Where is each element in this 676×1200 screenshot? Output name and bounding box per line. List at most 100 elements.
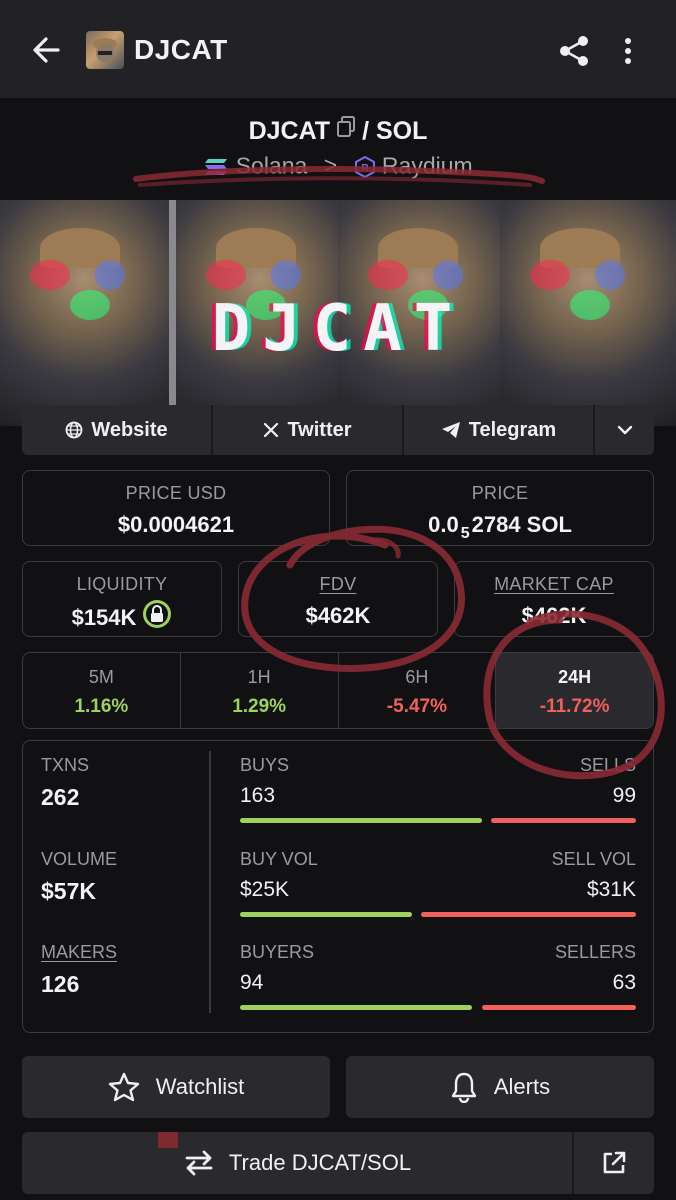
base-token-symbol: DJCAT: [248, 117, 331, 146]
volume-ratio-bar: [240, 912, 636, 917]
tab-6h-label: 6H: [405, 667, 429, 687]
price-native-label: PRICE: [471, 483, 529, 503]
watchlist-label: Watchlist: [155, 1074, 245, 1099]
sell-vol-label: SELL VOL: [551, 849, 636, 869]
globe-icon: [65, 421, 83, 439]
quote-token-symbol: SOL: [375, 117, 428, 146]
price-native-value: 0.0 52784 SOL: [428, 512, 572, 542]
sells-label: SELLS: [579, 755, 636, 775]
fdv-value: $462K: [305, 603, 371, 628]
x-twitter-icon: [264, 422, 279, 438]
price-native-card: PRICE 0.0 52784 SOL: [346, 470, 654, 546]
buy-vol-value: $25K: [240, 878, 290, 901]
buys-sells-ratio-bar: [240, 818, 636, 823]
transaction-stats-panel: TXNS 262 VOLUME $57K MAKERS 126 BUYS SELL…: [22, 740, 654, 1033]
txns-stat: TXNS 262: [41, 755, 89, 811]
makers-label: MAKERS: [41, 942, 118, 962]
trade-label: Trade DJCAT/SOL: [228, 1150, 412, 1175]
pair-title: DJCAT / SOL: [0, 116, 676, 149]
share-button[interactable]: [556, 33, 592, 69]
more-options-button[interactable]: [614, 33, 642, 69]
market-cap-label: MARKET CAP: [494, 574, 614, 594]
solana-icon: [203, 152, 235, 178]
volume-stat: VOLUME $57K: [41, 849, 117, 905]
tab-1h-change: 1.29%: [232, 696, 287, 717]
more-links-dropdown[interactable]: [595, 405, 654, 455]
share-icon: [560, 36, 588, 66]
price-usd-label: PRICE USD: [125, 483, 227, 503]
lock-icon[interactable]: [142, 599, 172, 635]
volume-split-stat: BUY VOL SELL VOL $25K $31K: [240, 849, 636, 917]
price-usd-card: PRICE USD $0.0004621: [22, 470, 330, 546]
liquidity-card: LIQUIDITY $154K: [22, 561, 222, 637]
tab-5m-label: 5M: [88, 667, 114, 687]
tab-24h[interactable]: 24H -11.72%: [496, 653, 653, 728]
tab-24h-label: 24H: [558, 667, 592, 687]
twitter-link-label: Twitter: [287, 418, 352, 441]
market-cap-card[interactable]: MARKET CAP $462K: [454, 561, 654, 637]
chevron-down-icon: [617, 425, 632, 435]
dex-name[interactable]: Raydium: [382, 152, 473, 178]
tab-5m[interactable]: 5M 1.16%: [23, 653, 181, 728]
pair-separator: /: [362, 117, 370, 146]
buys-value: 163: [240, 784, 276, 807]
tab-6h[interactable]: 6H -5.47%: [339, 653, 497, 728]
volume-label: VOLUME: [41, 849, 118, 869]
sells-value: 99: [612, 784, 636, 807]
copy-icon[interactable]: [336, 116, 356, 145]
buys-sells-stat: BUYS SELLS 163 99: [240, 755, 636, 823]
alerts-button[interactable]: Alerts: [346, 1056, 654, 1118]
sellers-value: 63: [612, 971, 636, 994]
bell-icon: [451, 1072, 477, 1103]
tab-5m-change: 1.16%: [74, 696, 129, 717]
external-trade-button[interactable]: [574, 1132, 654, 1194]
top-bar: DJCAT: [0, 0, 676, 98]
tab-1h[interactable]: 1H 1.29%: [181, 653, 339, 728]
alerts-label: Alerts: [493, 1074, 551, 1099]
buyers-label: BUYERS: [240, 942, 315, 962]
trade-button[interactable]: Trade DJCAT/SOL: [22, 1132, 572, 1194]
telegram-icon: [441, 422, 460, 438]
buyers-ratio-bar: [240, 1005, 636, 1010]
svg-text:R: R: [361, 163, 369, 174]
chevron-right-icon: >: [323, 152, 338, 179]
txns-label: TXNS: [41, 755, 90, 775]
price-usd-value: $0.0004621: [117, 512, 235, 537]
banner-title: DJCAT: [211, 292, 465, 366]
buyers-value: 94: [240, 971, 264, 994]
star-icon: [108, 1072, 139, 1102]
trade-bar: Trade DJCAT/SOL: [22, 1132, 654, 1194]
token-banner: DJCAT: [0, 200, 676, 426]
stats-divider: [209, 751, 211, 1013]
sell-vol-value: $31K: [586, 878, 636, 901]
chain-breadcrumb: Solana > R Raydium: [0, 151, 676, 179]
tab-6h-change: -5.47%: [386, 696, 447, 717]
twitter-link[interactable]: Twitter: [213, 405, 404, 455]
makers-stat[interactable]: MAKERS 126: [41, 942, 117, 998]
raydium-icon: R: [354, 152, 382, 179]
telegram-link[interactable]: Telegram: [404, 405, 595, 455]
liquidity-label: LIQUIDITY: [76, 574, 168, 594]
watchlist-button[interactable]: Watchlist: [22, 1056, 330, 1118]
red-mark-annotation: [158, 1132, 178, 1148]
buys-label: BUYS: [240, 755, 290, 775]
page-title: DJCAT: [134, 34, 228, 65]
makers-value: 126: [41, 971, 80, 997]
txns-value: 262: [41, 784, 80, 810]
social-links-bar: Website Twitter Telegram: [22, 405, 654, 455]
external-link-icon: [603, 1151, 626, 1174]
website-link[interactable]: Website: [22, 405, 213, 455]
arrow-left-icon: [33, 37, 60, 63]
more-vertical-icon: [625, 38, 631, 64]
token-avatar: [86, 31, 124, 69]
timeframe-tabs: 5M 1.16% 1H 1.29% 6H -5.47% 24H -11.72%: [22, 652, 654, 729]
website-link-label: Website: [91, 418, 168, 441]
telegram-link-label: Telegram: [468, 418, 557, 441]
back-button[interactable]: [28, 32, 64, 68]
chain-name[interactable]: Solana: [236, 152, 308, 178]
tab-24h-change: -11.72%: [539, 696, 610, 717]
tab-1h-label: 1H: [247, 667, 271, 687]
fdv-card[interactable]: FDV $462K: [238, 561, 438, 637]
sellers-label: SELLERS: [554, 942, 636, 962]
market-cap-value: $462K: [521, 603, 587, 628]
